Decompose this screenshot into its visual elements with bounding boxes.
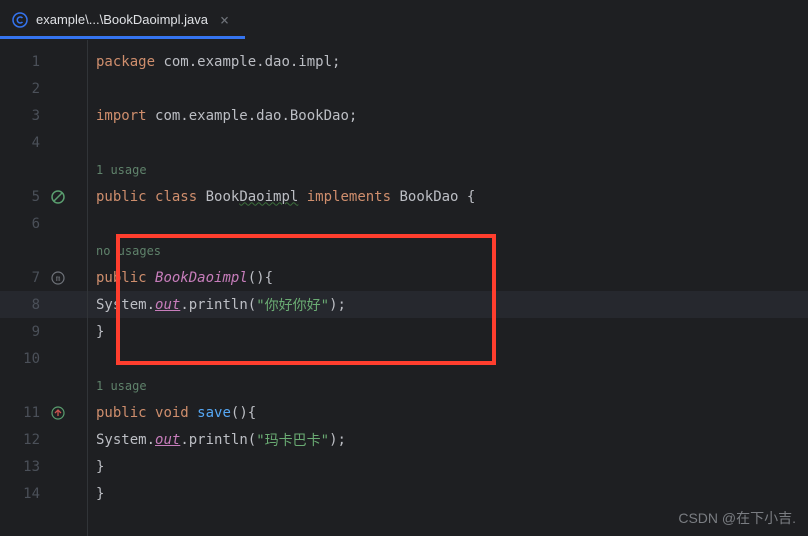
- code-line: System.out.println("玛卡巴卡");: [88, 426, 808, 453]
- line-number: 3: [0, 108, 40, 124]
- line-number: 14: [0, 486, 40, 502]
- line-number: 13: [0, 459, 40, 475]
- code-line: public class BookDaoimpl implements Book…: [88, 183, 808, 210]
- code-line: [88, 129, 808, 156]
- file-tab[interactable]: example\...\BookDaoimpl.java ×: [0, 0, 245, 39]
- line-number: 1: [0, 54, 40, 70]
- line-number: 9: [0, 324, 40, 340]
- usage-hint: 1 usage: [88, 156, 808, 183]
- override-icon[interactable]: [40, 406, 76, 420]
- code-line: }: [88, 480, 808, 507]
- line-number: 4: [0, 135, 40, 151]
- code-line: [88, 345, 808, 372]
- line-number: 11: [0, 405, 40, 421]
- tab-label: example\...\BookDaoimpl.java: [36, 12, 208, 27]
- code-line: public void save(){: [88, 399, 808, 426]
- code-line: import com.example.dao.BookDao;: [88, 102, 808, 129]
- svg-text:m: m: [56, 274, 61, 283]
- java-class-icon: [12, 12, 28, 28]
- code-line: }: [88, 453, 808, 480]
- code-line: [88, 75, 808, 102]
- usage-hint: no usages: [88, 237, 808, 264]
- code-line: System.out.println("你好你好");: [88, 291, 808, 318]
- watermark: CSDN @在下小吉.: [678, 508, 796, 528]
- line-number: 7: [0, 270, 40, 286]
- editor: 1 2 3 4 5 6 7 m 8 9 10 11 12 13 14 packag…: [0, 40, 808, 536]
- line-number: 5: [0, 189, 40, 205]
- usage-hint: 1 usage: [88, 372, 808, 399]
- close-icon[interactable]: ×: [216, 11, 233, 29]
- never-used-icon[interactable]: [40, 190, 76, 204]
- line-number: 2: [0, 81, 40, 97]
- line-number: 8: [0, 297, 40, 313]
- line-number: 6: [0, 216, 40, 232]
- code-line: package com.example.dao.impl;: [88, 48, 808, 75]
- gutter: 1 2 3 4 5 6 7 m 8 9 10 11 12 13 14: [0, 40, 88, 536]
- recursive-icon[interactable]: m: [40, 271, 76, 285]
- line-number: 12: [0, 432, 40, 448]
- line-number: 10: [0, 351, 40, 367]
- code-line: }: [88, 318, 808, 345]
- tab-bar: example\...\BookDaoimpl.java ×: [0, 0, 808, 40]
- code-line: public BookDaoimpl(){: [88, 264, 808, 291]
- code-area[interactable]: package com.example.dao.impl; import com…: [88, 40, 808, 536]
- code-line: [88, 210, 808, 237]
